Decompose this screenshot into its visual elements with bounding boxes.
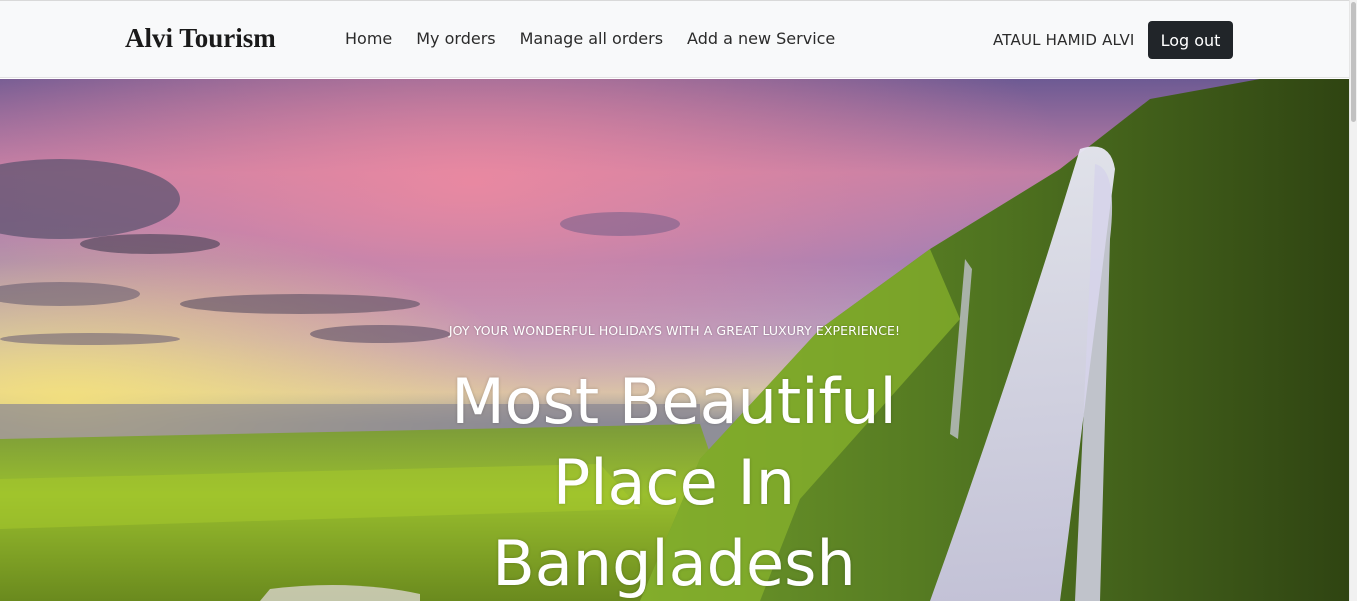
nav-link-add-service[interactable]: Add a new Service — [687, 29, 835, 48]
hero-subtitle: JOY YOUR WONDERFUL HOLIDAYS WITH A GREAT… — [448, 323, 901, 338]
page-scrollbar[interactable] — [1349, 0, 1357, 601]
page: Alvi Tourism Home My orders Manage all o… — [0, 0, 1357, 601]
nav-link-my-orders[interactable]: My orders — [416, 29, 495, 48]
scrollbar-thumb[interactable] — [1351, 2, 1356, 122]
brand-logo[interactable]: Alvi Tourism — [125, 23, 276, 54]
nav-link-home[interactable]: Home — [345, 29, 392, 48]
hero-banner: JOY YOUR WONDERFUL HOLIDAYS WITH A GREAT… — [0, 79, 1349, 601]
logout-button[interactable]: Log out — [1148, 21, 1233, 59]
hero-title: Most Beautiful Place In Bangladesh — [451, 365, 897, 600]
user-name: ATAUL HAMID ALVI — [993, 31, 1135, 49]
navbar: Alvi Tourism Home My orders Manage all o… — [0, 1, 1349, 78]
nav-links: Home My orders Manage all orders Add a n… — [345, 29, 859, 48]
nav-link-manage-all-orders[interactable]: Manage all orders — [520, 29, 663, 48]
